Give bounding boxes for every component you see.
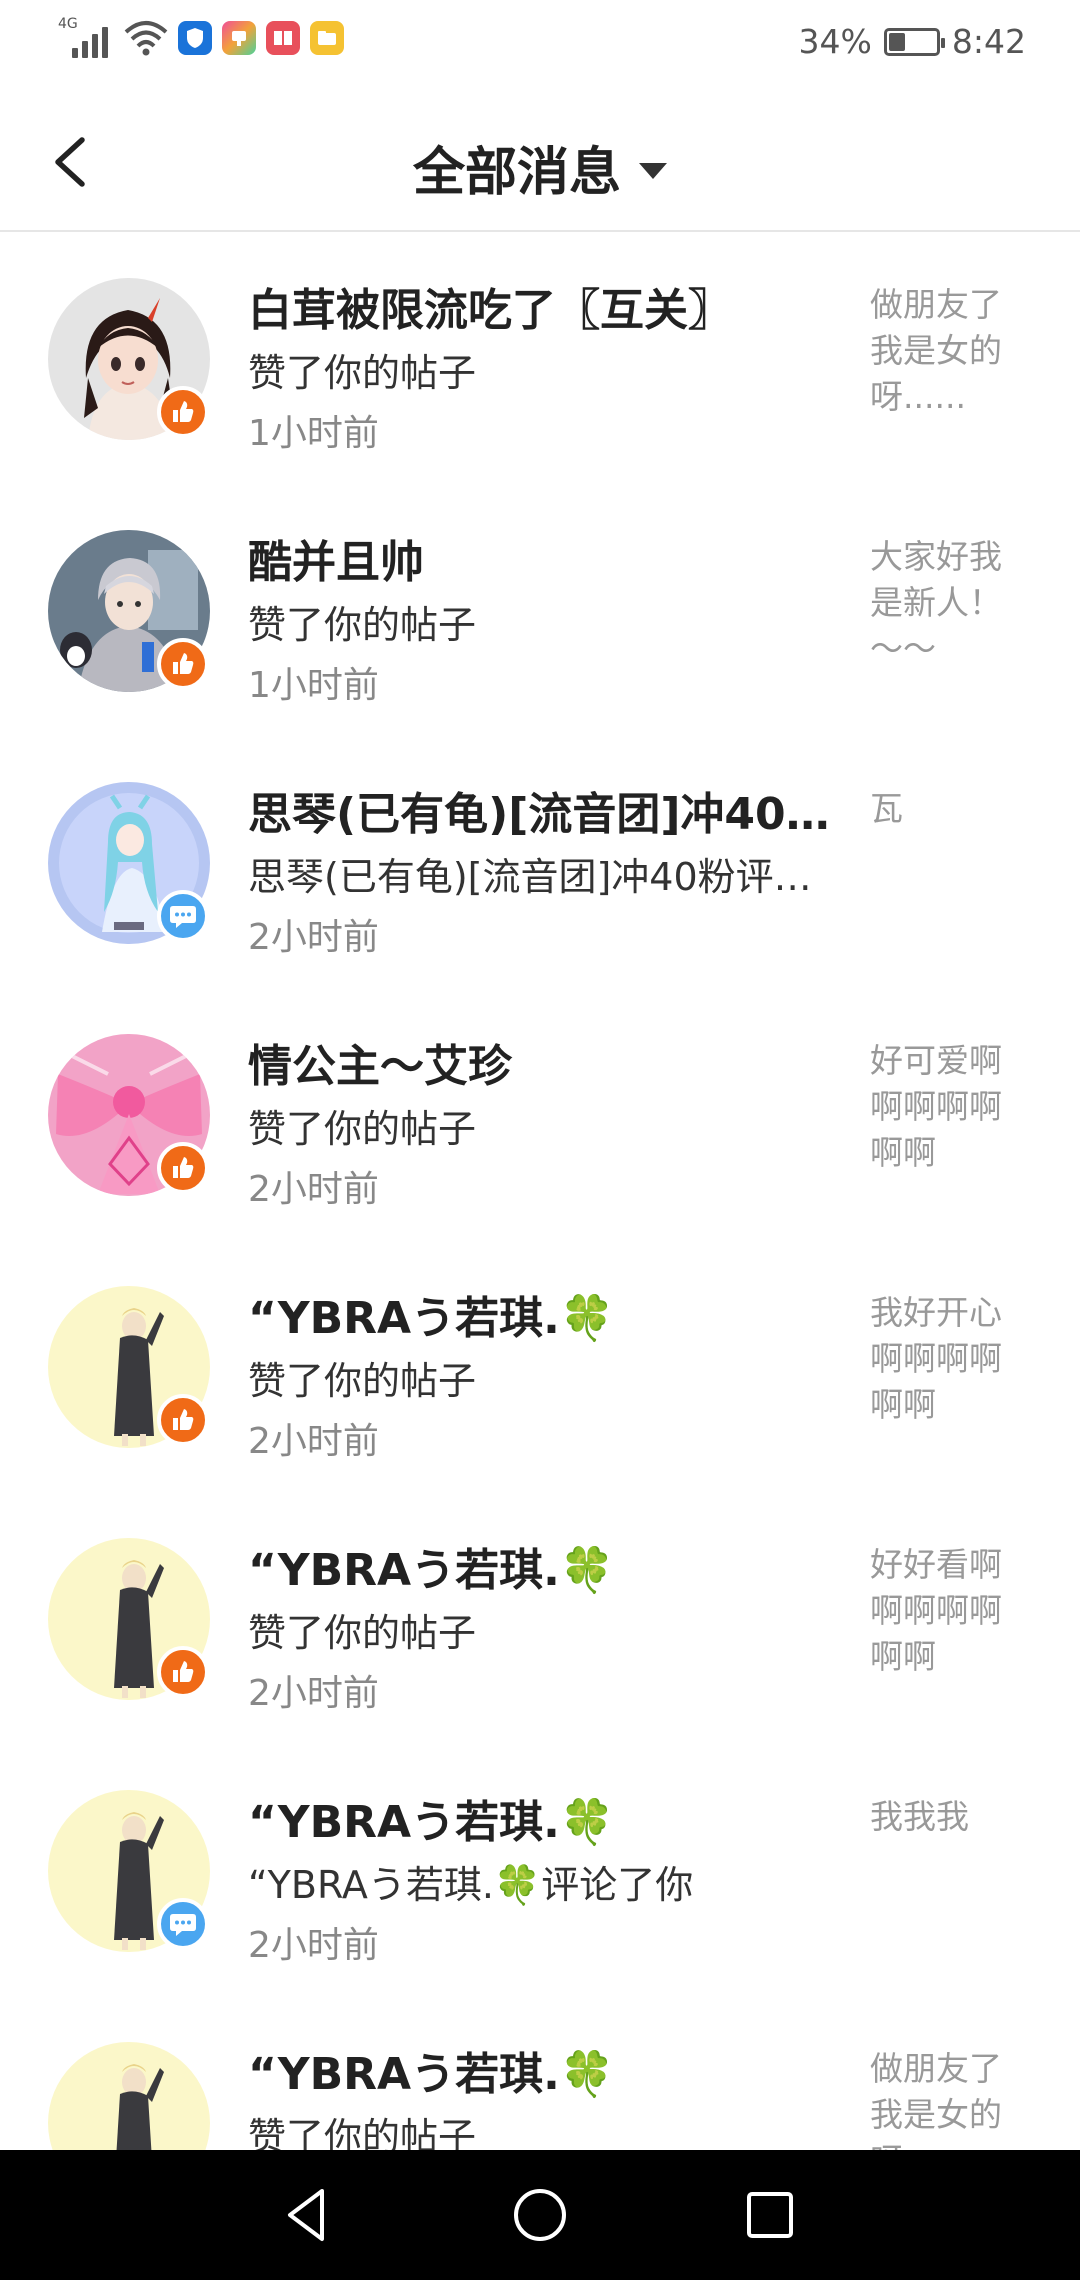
triangle-back-icon[interactable] (276, 2183, 340, 2247)
sender-name[interactable]: “YBRAう若琪.🍀 (248, 1786, 833, 1850)
message-item[interactable]: 白茸被限流吃了〖互关〗赞了你的帖子 1小时前 做朋友了我是女的呀...... (0, 232, 1080, 484)
shield-app-icon (178, 21, 212, 55)
page-title: 全部消息 (412, 143, 621, 203)
message-filter-dropdown[interactable]: 全部消息 (0, 130, 1080, 205)
message-list[interactable]: 白茸被限流吃了〖互关〗赞了你的帖子 1小时前 做朋友了我是女的呀...... 酷并且帅… (0, 232, 1080, 2150)
folder-app-icon (310, 21, 344, 55)
message-action: 赞了你的帖子 (248, 1611, 477, 1655)
app-header: 全部消息 (0, 92, 1080, 232)
post-preview[interactable]: 做朋友了我是女的呀...... (870, 282, 1020, 422)
message-time: 2小时前 (248, 917, 379, 958)
sender-name[interactable]: 白茸被限流吃了〖互关〗 (248, 274, 833, 338)
wifi-icon (124, 21, 168, 56)
post-preview[interactable]: 好可爱啊啊啊啊啊啊啊 (870, 1038, 1020, 1178)
message-time: 2小时前 (248, 1169, 379, 1210)
thumbs-up-icon (157, 386, 209, 438)
thumbs-up-icon (157, 1646, 209, 1698)
colorful-app-icon (222, 21, 256, 55)
battery-percent: 34% (798, 22, 872, 61)
message-time: 1小时前 (248, 665, 379, 706)
message-item[interactable]: “YBRAう若琪.🍀 赞了你的帖子 2小时前 好好看啊啊啊啊啊啊啊 (0, 1492, 1080, 1744)
post-preview[interactable]: 好好看啊啊啊啊啊啊啊 (870, 1542, 1020, 1682)
post-preview[interactable]: 做朋友了我是女的呀 (870, 2046, 1020, 2150)
message-action: 赞了你的帖子 (248, 603, 477, 647)
message-action: 赞了你的帖子 (248, 2115, 477, 2150)
post-preview[interactable]: 大家好我是新人！～～ (870, 534, 1020, 674)
message-action: 赞了你的帖子 (248, 351, 477, 395)
message-item[interactable]: 思琴(已有龟)[流音团]冲40粉评论了你思琴(已有龟)[流音团]冲40粉评论了你… (0, 736, 1080, 988)
caret-down-icon (639, 162, 667, 179)
cellular-signal-icon: 4G (58, 16, 114, 58)
status-bar-left: 4G (58, 16, 344, 58)
thumbs-up-icon (157, 638, 209, 690)
post-preview[interactable]: 我我我 (870, 1794, 1020, 1934)
thumbs-up-icon (157, 1142, 209, 1194)
status-bar-right: 34% 8:42 (799, 22, 1026, 61)
sender-name[interactable]: “YBRAう若琪.🍀 (248, 1282, 833, 1346)
sender-name[interactable]: 酷并且帅 (248, 526, 833, 590)
sender-name[interactable]: “YBRAう若琪.🍀 (248, 2038, 833, 2102)
message-item[interactable]: “YBRAう若琪.🍀 赞了你的帖子 2小时前 我好开心啊啊啊啊啊啊 (0, 1240, 1080, 1492)
message-time: 2小时前 (248, 1925, 379, 1966)
message-action: 思琴(已有龟)[流音团]冲40粉评论了你 (248, 855, 833, 899)
post-preview[interactable]: 瓦 (870, 786, 1020, 926)
comment-icon (157, 1898, 209, 1950)
book-app-icon (266, 21, 300, 55)
message-time: 2小时前 (248, 1673, 379, 1714)
battery-icon (883, 27, 945, 56)
sender-name[interactable]: “YBRAう若琪.🍀 (248, 1534, 833, 1598)
clock: 8:42 (951, 22, 1026, 61)
message-time: 2小时前 (248, 1421, 379, 1462)
message-action: 赞了你的帖子 (248, 1107, 477, 1151)
square-recents-icon[interactable] (738, 2183, 802, 2247)
message-item[interactable]: “YBRAう若琪.🍀 “YBRAう若琪.🍀评论了你 2小时前 我我我 (0, 1744, 1080, 1996)
post-preview[interactable]: 我好开心啊啊啊啊啊啊 (870, 1290, 1020, 1430)
sender-name[interactable]: 情公主～艾珍 (248, 1030, 833, 1094)
thumbs-up-icon (157, 1394, 209, 1446)
message-action: “YBRAう若琪.🍀评论了你 (248, 1863, 694, 1907)
message-item[interactable]: 酷并且帅赞了你的帖子 1小时前 大家好我是新人！～～ (0, 484, 1080, 736)
avatar[interactable] (48, 2042, 210, 2150)
status-bar: 4G 34% 8:42 (0, 0, 1080, 92)
comment-icon (157, 890, 209, 942)
message-time: 1小时前 (248, 413, 379, 454)
message-item[interactable]: 情公主～艾珍赞了你的帖子 2小时前 好可爱啊啊啊啊啊啊啊 (0, 988, 1080, 1240)
message-item[interactable]: “YBRAう若琪.🍀赞了你的帖子2小时前做朋友了我是女的呀 (0, 1996, 1080, 2150)
message-action: 赞了你的帖子 (248, 1359, 477, 1403)
circle-home-icon[interactable] (508, 2183, 572, 2247)
system-nav-bar (0, 2150, 1080, 2280)
sender-name[interactable]: 思琴(已有龟)[流音团]冲40粉评论了你 (248, 778, 833, 842)
network-type-label: 4G (58, 16, 78, 32)
